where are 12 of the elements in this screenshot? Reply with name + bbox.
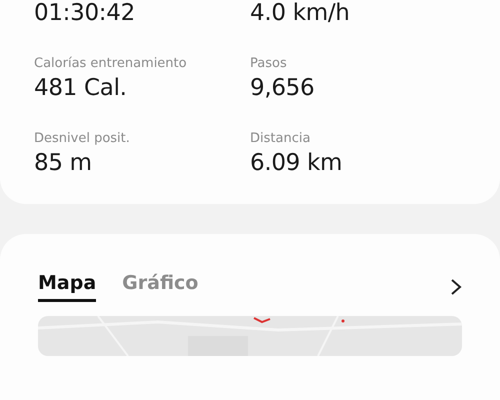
stat-label: Calorías entrenamiento (34, 56, 188, 71)
stat-label: Pasos (250, 56, 288, 71)
stat-value: 481 Cal. (34, 75, 128, 101)
tab[interactable]: Mapa (38, 272, 96, 302)
chevron-right-icon[interactable] (450, 278, 462, 296)
stat-value: 85 m (34, 150, 93, 176)
stat-value: 4.0 km/h (250, 0, 351, 26)
stat-value: 01:30:42 (34, 0, 136, 26)
stat-value: 9,656 (250, 75, 316, 101)
stat-value: 6.09 km (250, 150, 344, 176)
stat-label: Desnivel posit. (34, 131, 131, 146)
stat-label: Distancia (250, 131, 312, 146)
